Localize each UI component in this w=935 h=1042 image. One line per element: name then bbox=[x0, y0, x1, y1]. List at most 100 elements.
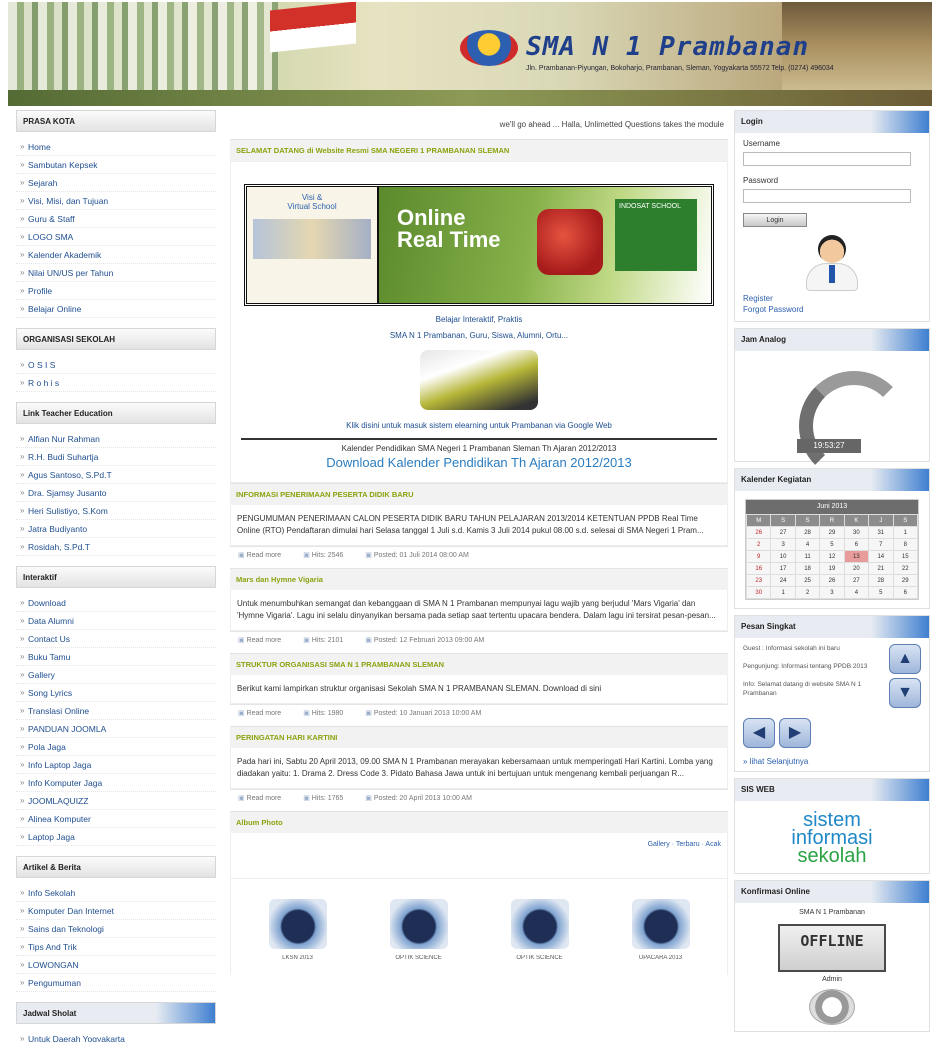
day-cell[interactable]: 27 bbox=[770, 526, 796, 539]
day-cell[interactable]: 26 bbox=[745, 526, 772, 539]
day-cell[interactable]: 30 bbox=[745, 586, 772, 599]
day-cell[interactable]: 19 bbox=[819, 562, 845, 575]
teacher-link[interactable]: Jatra Budiyanto bbox=[16, 520, 216, 538]
day-cell[interactable]: 24 bbox=[770, 574, 796, 587]
login-button[interactable]: Login bbox=[743, 213, 807, 227]
shoutbox-more-link[interactable]: » lihat Selanjutnya bbox=[735, 756, 929, 771]
day-cell[interactable]: 22 bbox=[892, 562, 919, 575]
teacher-link[interactable]: Rosidah, S.Pd.T bbox=[16, 538, 216, 556]
forgot-password-link[interactable]: Forgot Password bbox=[735, 304, 929, 321]
day-cell[interactable]: 20 bbox=[843, 562, 870, 575]
calendar-month[interactable]: Juni 2013 bbox=[746, 500, 918, 514]
jadwal-sholat-region[interactable]: Untuk Daerah Yogyakarta bbox=[16, 1030, 216, 1042]
menu-item-osis[interactable]: O S I S bbox=[16, 356, 216, 374]
day-cell[interactable]: 16 bbox=[745, 562, 772, 575]
offline-status-badge[interactable]: OFFLINE bbox=[778, 924, 886, 972]
article-title[interactable]: INFORMASI PENERIMAAN PESERTA DIDIK BARU bbox=[230, 483, 728, 505]
menu-item-song-lyrics[interactable]: Song Lyrics bbox=[16, 684, 216, 702]
teacher-link[interactable]: Heri Sulistiyo, S.Kom bbox=[16, 502, 216, 520]
day-cell[interactable]: 6 bbox=[843, 538, 870, 551]
menu-item-laptop-jaga[interactable]: Info Laptop Jaga bbox=[16, 756, 216, 774]
album-thumb[interactable]: UPACARA 2013 bbox=[629, 899, 693, 975]
menu-item-guru-staff[interactable]: Guru & Staff bbox=[16, 210, 216, 228]
day-cell[interactable]: 27 bbox=[843, 574, 870, 587]
day-cell[interactable]: 3 bbox=[770, 538, 796, 551]
day-cell-today[interactable]: 13 bbox=[843, 550, 870, 563]
day-cell[interactable]: 23 bbox=[745, 574, 772, 587]
day-cell[interactable]: 17 bbox=[770, 562, 796, 575]
teacher-link[interactable]: Alfian Nur Rahman bbox=[16, 430, 216, 448]
kalender-download-link[interactable]: Download Kalender Pendidikan Th Ajaran 2… bbox=[237, 455, 721, 470]
album-thumb[interactable]: LKSN 2013 bbox=[266, 899, 330, 975]
menu-item-sejarah[interactable]: Sejarah bbox=[16, 174, 216, 192]
day-cell[interactable]: 2 bbox=[794, 586, 821, 599]
menu-item-nilai[interactable]: Nilai UN/US per Tahun bbox=[16, 264, 216, 282]
day-cell[interactable]: 10 bbox=[770, 550, 796, 563]
teacher-link[interactable]: R.H. Budi Suhartja bbox=[16, 448, 216, 466]
article-title[interactable]: PERINGATAN HARI KARTINI bbox=[230, 726, 728, 748]
read-more-link[interactable]: Read more bbox=[238, 547, 282, 564]
day-cell[interactable]: 6 bbox=[892, 586, 919, 599]
menu-item-pengumuman[interactable]: Pengumuman bbox=[16, 974, 216, 992]
article-title[interactable]: STRUKTUR ORGANISASI SMA N 1 PRAMBANAN SL… bbox=[230, 653, 728, 675]
read-more-link[interactable]: Read more bbox=[238, 790, 282, 807]
menu-item-translasi[interactable]: Translasi Online bbox=[16, 702, 216, 720]
menu-item-rohis[interactable]: R o h i s bbox=[16, 374, 216, 392]
menu-item-alumni[interactable]: Data Alumni bbox=[16, 612, 216, 630]
scroll-up-button[interactable]: ▲ bbox=[889, 644, 921, 674]
day-cell[interactable]: 4 bbox=[794, 538, 821, 551]
promo-banner[interactable]: Visi & Virtual School Online Real Time I… bbox=[244, 184, 714, 306]
menu-item-profile[interactable]: Profile bbox=[16, 282, 216, 300]
menu-item-logo[interactable]: LOGO SMA bbox=[16, 228, 216, 246]
read-more-link[interactable]: Read more bbox=[238, 705, 282, 722]
day-cell[interactable]: 21 bbox=[868, 562, 894, 575]
day-cell[interactable]: 1 bbox=[770, 586, 796, 599]
password-input[interactable] bbox=[743, 189, 911, 203]
read-more-link[interactable]: Read more bbox=[238, 632, 282, 649]
menu-item-visi-misi[interactable]: Visi, Misi, dan Tujuan bbox=[16, 192, 216, 210]
day-cell[interactable]: 28 bbox=[868, 574, 894, 587]
album-thumb[interactable]: OPTIK SCIENCE bbox=[387, 899, 451, 975]
day-cell[interactable]: 12 bbox=[819, 550, 845, 563]
day-cell[interactable]: 26 bbox=[819, 574, 845, 587]
day-cell[interactable]: 11 bbox=[794, 550, 821, 563]
day-cell[interactable]: 28 bbox=[794, 526, 821, 539]
menu-item-buku-tamu[interactable]: Buku Tamu bbox=[16, 648, 216, 666]
album-thumb[interactable]: OPTIK SCIENCE bbox=[508, 899, 572, 975]
menu-item-komputer-jaga[interactable]: Info Komputer Jaga bbox=[16, 774, 216, 792]
menu-item-gallery[interactable]: Gallery bbox=[16, 666, 216, 684]
day-cell[interactable]: 25 bbox=[794, 574, 821, 587]
menu-item-panduan[interactable]: PANDUAN JOOMLA bbox=[16, 720, 216, 738]
day-cell[interactable]: 3 bbox=[819, 586, 845, 599]
menu-item-lowongan[interactable]: LOWONGAN bbox=[16, 956, 216, 974]
day-cell[interactable]: 29 bbox=[819, 526, 845, 539]
day-cell[interactable]: 7 bbox=[868, 538, 894, 551]
laptop-image[interactable] bbox=[420, 350, 538, 410]
menu-item-laptop[interactable]: Laptop Jaga bbox=[16, 828, 216, 846]
next-button[interactable]: ▶ bbox=[779, 718, 811, 748]
prev-button[interactable]: ◀ bbox=[743, 718, 775, 748]
day-cell[interactable]: 18 bbox=[794, 562, 821, 575]
register-link[interactable]: Register bbox=[735, 293, 929, 304]
menu-item-tips[interactable]: Tips And Trik bbox=[16, 938, 216, 956]
day-cell[interactable]: 5 bbox=[819, 538, 845, 551]
day-cell[interactable]: 8 bbox=[892, 538, 919, 551]
menu-item-sains[interactable]: Sains dan Teknologi bbox=[16, 920, 216, 938]
menu-item-kalender[interactable]: Kalender Akademik bbox=[16, 246, 216, 264]
menu-item-info-sekolah[interactable]: Info Sekolah bbox=[16, 884, 216, 902]
username-input[interactable] bbox=[743, 152, 911, 166]
menu-item-quiz[interactable]: JOOMLAQUIZZ bbox=[16, 792, 216, 810]
menu-item-contact[interactable]: Contact Us bbox=[16, 630, 216, 648]
article-title[interactable]: Mars dan Hymne Vigaria bbox=[230, 568, 728, 590]
day-cell[interactable]: 31 bbox=[868, 526, 894, 539]
day-cell[interactable]: 30 bbox=[843, 526, 870, 539]
day-cell[interactable]: 1 bbox=[892, 526, 919, 539]
day-cell[interactable]: 5 bbox=[868, 586, 894, 599]
menu-item-pola-jaga[interactable]: Pola Jaga bbox=[16, 738, 216, 756]
day-cell[interactable]: 14 bbox=[868, 550, 894, 563]
menu-item-home[interactable]: Home bbox=[16, 138, 216, 156]
day-cell[interactable]: 4 bbox=[843, 586, 870, 599]
scroll-down-button[interactable]: ▼ bbox=[889, 678, 921, 708]
day-cell[interactable]: 2 bbox=[745, 538, 772, 551]
menu-item-alinea[interactable]: Alinea Komputer bbox=[16, 810, 216, 828]
